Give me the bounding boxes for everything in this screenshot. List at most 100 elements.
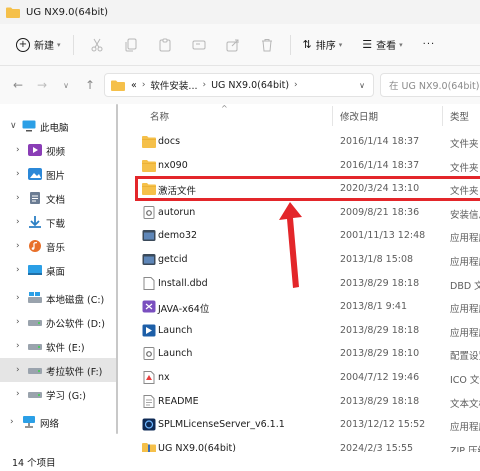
- sort-ascending-icon: ^: [221, 104, 228, 113]
- address-dropdown-icon[interactable]: ∨: [359, 81, 365, 90]
- file-row[interactable]: nx090 2016/1/14 18:37 文件夹: [138, 154, 480, 178]
- folder-icon: [142, 159, 156, 172]
- file-name: SPLMLicenseServer_v6.1.1: [158, 419, 285, 431]
- nav-item-pictures[interactable]: › 图片: [0, 162, 118, 186]
- column-header-date[interactable]: 修改日期: [340, 104, 378, 128]
- more-icon: ···: [422, 39, 436, 50]
- nav-scrollbar[interactable]: [116, 104, 118, 434]
- recent-locations-button[interactable]: ∨: [54, 73, 78, 97]
- rename-icon[interactable]: [182, 32, 216, 58]
- system-drive-icon: [28, 292, 42, 303]
- file-type: 配置设置: [450, 351, 480, 363]
- up-button[interactable]: ↑: [78, 73, 102, 97]
- nav-item-drive-f[interactable]: › 考拉软件 (F:): [0, 358, 118, 382]
- file-row[interactable]: Launch 2013/8/29 18:10 配置设置: [138, 342, 480, 366]
- chevron-right-icon[interactable]: ›: [16, 293, 20, 303]
- chevron-right-icon[interactable]: ›: [10, 417, 14, 427]
- file-row[interactable]: demo32 2001/11/13 12:48 应用程序: [138, 224, 480, 248]
- nav-item-drive-e[interactable]: › 软件 (E:): [0, 334, 118, 358]
- back-button[interactable]: ←: [6, 73, 30, 97]
- toolbar-divider: [289, 34, 291, 55]
- file-row[interactable]: Launch 2013/8/29 18:18 应用程序: [138, 319, 480, 343]
- network-icon: [23, 416, 35, 428]
- file-date: 2013/1/8 15:08: [340, 254, 414, 265]
- file-row[interactable]: docs 2016/1/14 18:37 文件夹: [138, 130, 480, 154]
- address-row: ← → ∨ ↑ « › 软件安装... › UG NX9.0(64bit) › …: [0, 66, 480, 104]
- nav-item-drive-d[interactable]: › 办公软件 (D:): [0, 310, 118, 334]
- file-type: 应用程序: [450, 257, 480, 268]
- file-row[interactable]: getcid 2013/1/8 15:08 应用程序: [138, 248, 480, 272]
- sort-button[interactable]: ⇅ 排序 ▾: [297, 32, 349, 58]
- chevron-right-icon[interactable]: ›: [16, 341, 20, 351]
- nav-item-documents[interactable]: › 文档: [0, 186, 118, 210]
- title-bar: UG NX9.0(64bit): [0, 0, 480, 24]
- navigation-pane: ∨ 此电脑 › 视频 › 图片 › 文档 › 下载 › 音乐 › 桌面 › 本地…: [0, 104, 118, 452]
- file-name: nx090: [158, 159, 188, 171]
- file-date: 2013/8/1 9:41: [340, 301, 408, 313]
- chevron-right-icon[interactable]: ›: [16, 389, 20, 399]
- chevron-right-icon[interactable]: ›: [16, 265, 20, 275]
- chevron-right-icon[interactable]: ›: [16, 217, 20, 227]
- chevron-down-icon: ▾: [57, 40, 61, 49]
- column-header-name[interactable]: 名称: [150, 104, 169, 128]
- breadcrumb-item[interactable]: 软件安装...: [150, 78, 197, 92]
- chevron-right-icon[interactable]: ›: [16, 169, 20, 179]
- chevron-right-icon: ›: [141, 80, 146, 90]
- chevron-right-icon: ›: [202, 80, 207, 90]
- paste-icon[interactable]: [148, 32, 182, 58]
- chevron-right-icon[interactable]: ›: [16, 365, 20, 375]
- nav-item-drive-c[interactable]: › 本地磁盘 (C:): [0, 286, 118, 310]
- file-row[interactable]: JAVA-x64位 2013/8/1 9:41 应用程序: [138, 295, 480, 319]
- nav-item-label: 文档: [46, 195, 66, 206]
- file-type: 文件夹: [450, 139, 479, 150]
- share-icon[interactable]: [216, 32, 250, 58]
- forward-button[interactable]: →: [30, 73, 54, 97]
- file-row[interactable]: autorun 2009/8/21 18:36 安装信息: [138, 201, 480, 225]
- nav-item-this-pc[interactable]: ∨ 此电脑: [0, 114, 118, 138]
- splm-icon: [142, 418, 156, 431]
- nav-item-label: 考拉软件 (F:): [46, 367, 103, 378]
- toolbar-divider: [72, 34, 74, 55]
- chevron-right-icon[interactable]: ›: [16, 241, 20, 251]
- breadcrumb-item[interactable]: UG NX9.0(64bit): [211, 80, 289, 91]
- search-input[interactable]: 在 UG NX9.0(64bit) 中搜索: [380, 73, 480, 97]
- file-row[interactable]: SPLMLicenseServer_v6.1.1 2013/12/12 15:52…: [138, 413, 480, 437]
- nav-item-music[interactable]: › 音乐: [0, 234, 118, 258]
- more-button[interactable]: ···: [413, 32, 442, 58]
- nav-item-drive-g[interactable]: › 学习 (G:): [0, 382, 118, 406]
- new-button[interactable]: + 新建 ▾: [10, 32, 67, 58]
- file-name: Launch: [158, 348, 193, 360]
- chevron-right-icon[interactable]: ›: [16, 193, 20, 203]
- view-button-label: 查看: [376, 41, 397, 52]
- settings-file-icon: [143, 347, 155, 361]
- nav-item-desktop[interactable]: › 桌面: [0, 258, 118, 282]
- file-row[interactable]: nx 2004/7/12 19:46 ICO 文件: [138, 366, 480, 390]
- address-bar[interactable]: « › 软件安装... › UG NX9.0(64bit) › ∨ ↻: [104, 73, 395, 97]
- file-date: 2013/12/12 15:52: [340, 419, 426, 431]
- breadcrumb-overflow[interactable]: «: [131, 80, 137, 91]
- column-header-type[interactable]: 类型: [450, 104, 469, 128]
- column-divider[interactable]: [442, 106, 443, 126]
- nav-item-downloads[interactable]: › 下载: [0, 210, 118, 234]
- nav-item-videos[interactable]: › 视频: [0, 138, 118, 162]
- file-type: 文件夹: [450, 162, 479, 174]
- chevron-right-icon[interactable]: ›: [16, 317, 20, 327]
- column-divider[interactable]: [332, 106, 333, 126]
- chevron-right-icon[interactable]: ›: [16, 145, 20, 155]
- file-name: demo32: [158, 230, 198, 242]
- file-row[interactable]: README 2013/8/29 18:18 文本文档: [138, 390, 480, 414]
- documents-icon: [30, 192, 40, 204]
- annotation-arrow-icon: [279, 202, 302, 288]
- nav-item-network[interactable]: › 网络: [0, 410, 118, 434]
- sort-icon: ⇅: [302, 38, 312, 51]
- launch-icon: [142, 324, 156, 337]
- chevron-down-icon[interactable]: ∨: [10, 121, 17, 131]
- cut-icon[interactable]: [80, 32, 114, 58]
- view-button[interactable]: ☰ 查看 ▾: [356, 32, 408, 58]
- drive-icon: [28, 392, 42, 398]
- file-date: 2016/1/14 18:37: [340, 136, 420, 147]
- file-row[interactable]: Install.dbd 2013/8/29 18:18 DBD 文件: [138, 272, 480, 296]
- copy-icon[interactable]: [114, 32, 148, 58]
- delete-icon[interactable]: [250, 32, 284, 58]
- file-name: JAVA-x64位: [158, 304, 210, 316]
